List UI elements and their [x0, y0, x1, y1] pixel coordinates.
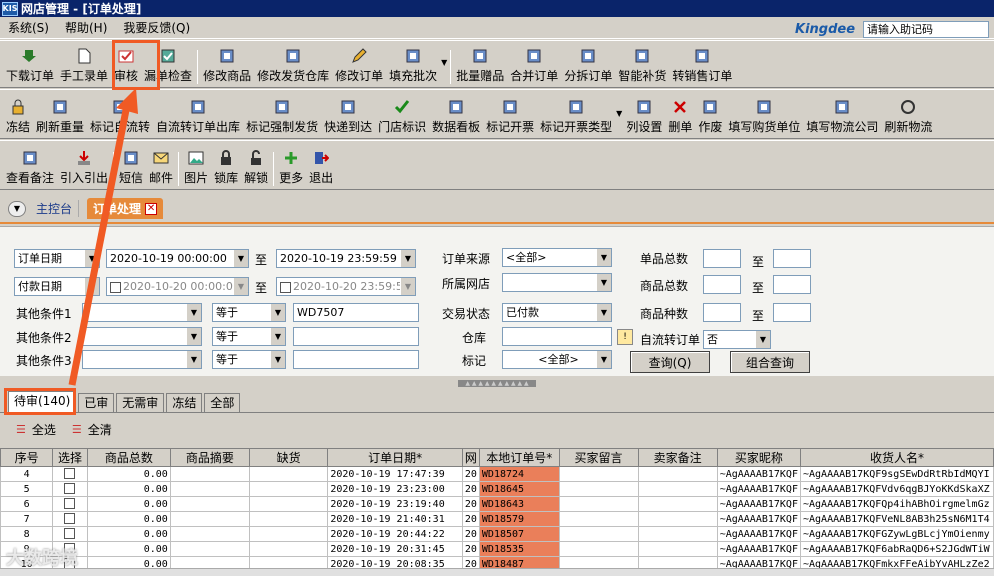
annotation-arrow	[68, 88, 138, 386]
